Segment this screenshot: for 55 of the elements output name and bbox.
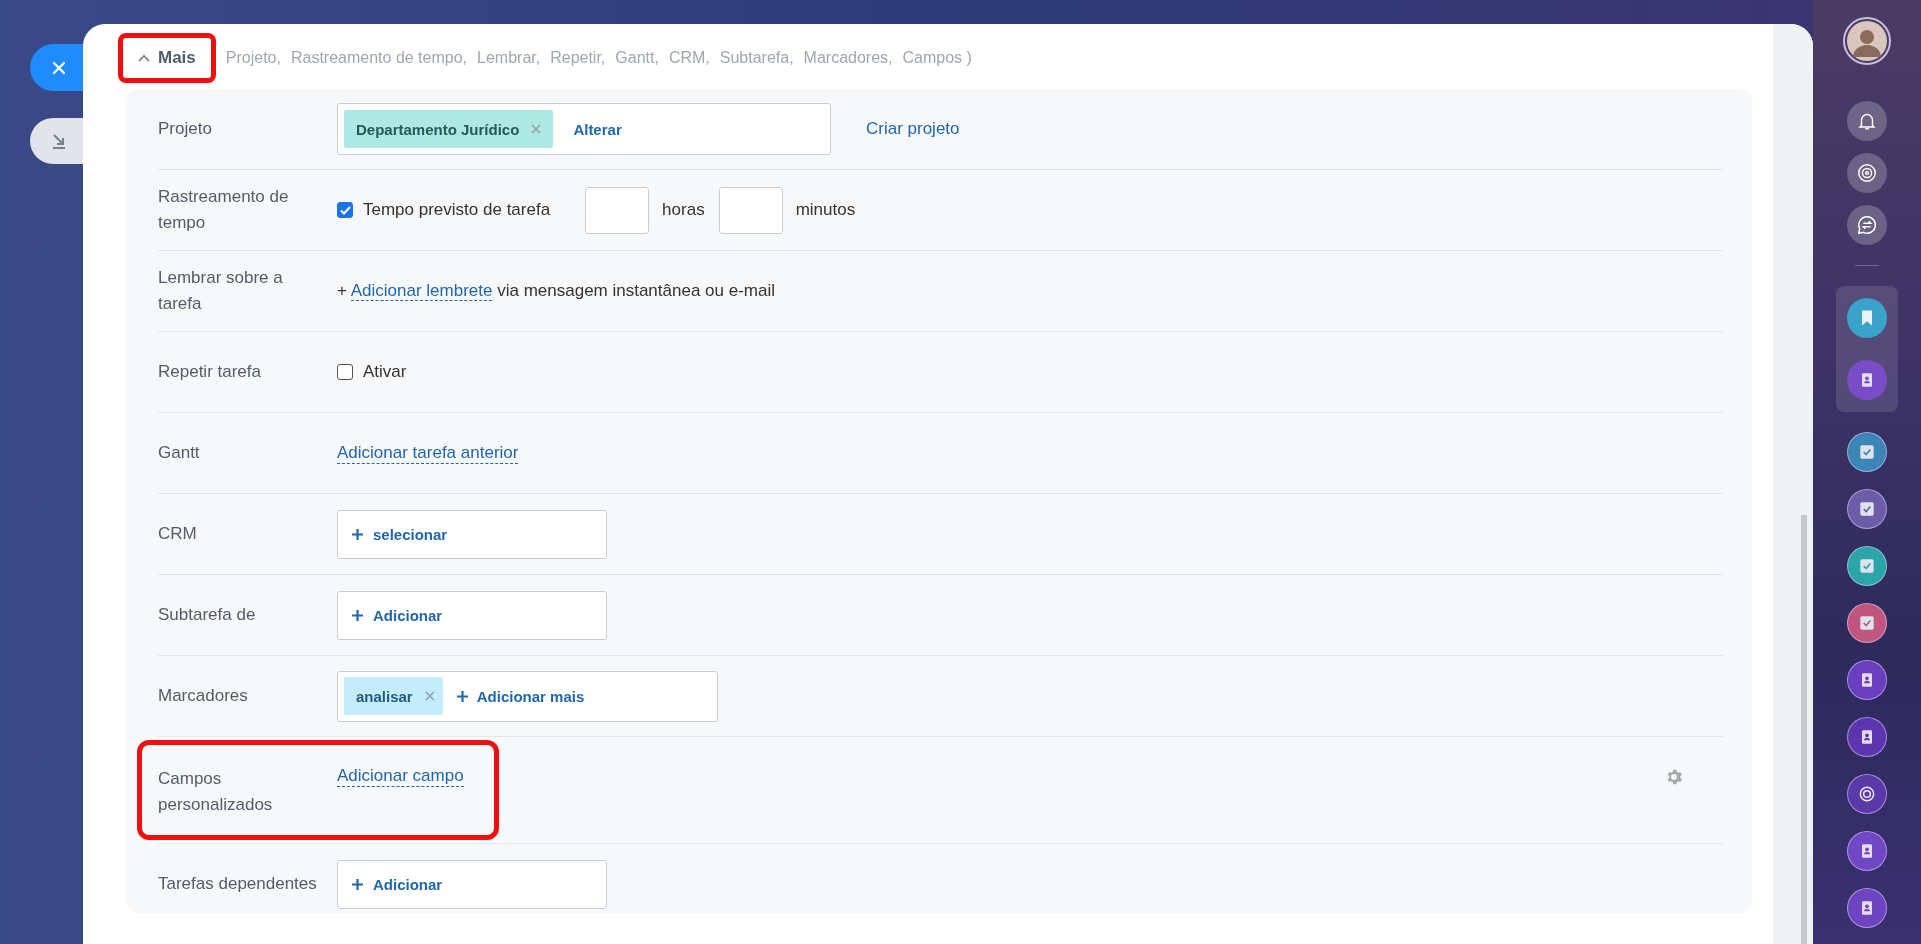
add-link[interactable]: Adicionar tarefa anterior	[337, 442, 519, 464]
close-icon	[50, 59, 67, 76]
change-link[interactable]: Alterar	[573, 120, 622, 138]
number-input[interactable]	[718, 186, 783, 234]
task-icon[interactable]	[1847, 432, 1887, 472]
project-tag: Departamento Jurídico	[344, 110, 554, 148]
field-label: Campos personalizados	[158, 768, 274, 816]
contact-icon[interactable]	[1847, 831, 1887, 871]
scrollbar[interactable]	[1801, 515, 1807, 944]
create-project-link[interactable]: Criar projeto	[866, 119, 960, 139]
number-input[interactable]	[585, 186, 650, 234]
plus-icon	[352, 878, 363, 890]
task-icon[interactable]	[1847, 489, 1887, 529]
avatar[interactable]	[1843, 17, 1891, 65]
field-label: Marcadores	[158, 685, 249, 707]
plus-icon	[352, 528, 363, 540]
tag: analisar	[344, 677, 443, 715]
task-icon[interactable]	[1847, 546, 1887, 586]
add-reminder-link[interactable]: Adicionar lembrete	[350, 281, 493, 301]
contact-icon[interactable]	[1847, 888, 1887, 928]
contact-icon[interactable]	[1847, 717, 1887, 757]
field-label: Gantt	[158, 442, 201, 464]
bookmark-icon[interactable]	[1847, 298, 1887, 338]
notifications-icon[interactable]	[1847, 101, 1887, 141]
checkbox-label: Tempo previsto de tarefa	[363, 200, 551, 220]
chevron-icon	[138, 54, 150, 62]
field-label: Subtarefa de	[158, 604, 257, 626]
field-label: Rastreamento de tempo	[158, 186, 290, 234]
minimize-button[interactable]	[30, 118, 83, 164]
checkbox[interactable]	[337, 202, 353, 218]
field-label: Repetir tarefa	[158, 361, 262, 383]
field-label: Tarefas dependentes	[158, 873, 318, 895]
select-field[interactable]: selecionar	[337, 509, 607, 559]
unit-label: minutos	[795, 200, 856, 220]
tags-field[interactable]: analisar Adicionar mais	[337, 670, 718, 722]
contact-icon[interactable]	[1847, 360, 1887, 400]
add-link[interactable]: Adicionar campo	[337, 766, 464, 787]
checkbox[interactable]	[337, 364, 353, 380]
checkbox-label: Ativar	[363, 362, 407, 382]
close-button[interactable]	[30, 44, 83, 91]
field-label: Lembrar sobre a tarefa	[158, 267, 284, 315]
field-label: Projeto	[158, 118, 213, 140]
chat-icon[interactable]	[1847, 205, 1887, 245]
contact-icon[interactable]	[1847, 660, 1887, 700]
plus-icon	[352, 609, 363, 621]
add-more-button[interactable]: Adicionar mais	[456, 687, 585, 705]
more-toggle[interactable]: Mais	[118, 33, 216, 83]
select-field[interactable]: Adicionar	[337, 590, 607, 640]
select-field[interactable]: Adicionar	[337, 859, 607, 909]
plus-icon	[456, 690, 468, 702]
reminder-text: + Adicionar lembrete via mensagem instantânea ou e-mail	[337, 281, 775, 301]
field-label: CRM	[158, 523, 198, 545]
task-icon[interactable]	[1847, 603, 1887, 643]
project-field[interactable]: Departamento Jurídico Alterar	[337, 103, 831, 155]
unit-label: horas	[662, 200, 705, 220]
